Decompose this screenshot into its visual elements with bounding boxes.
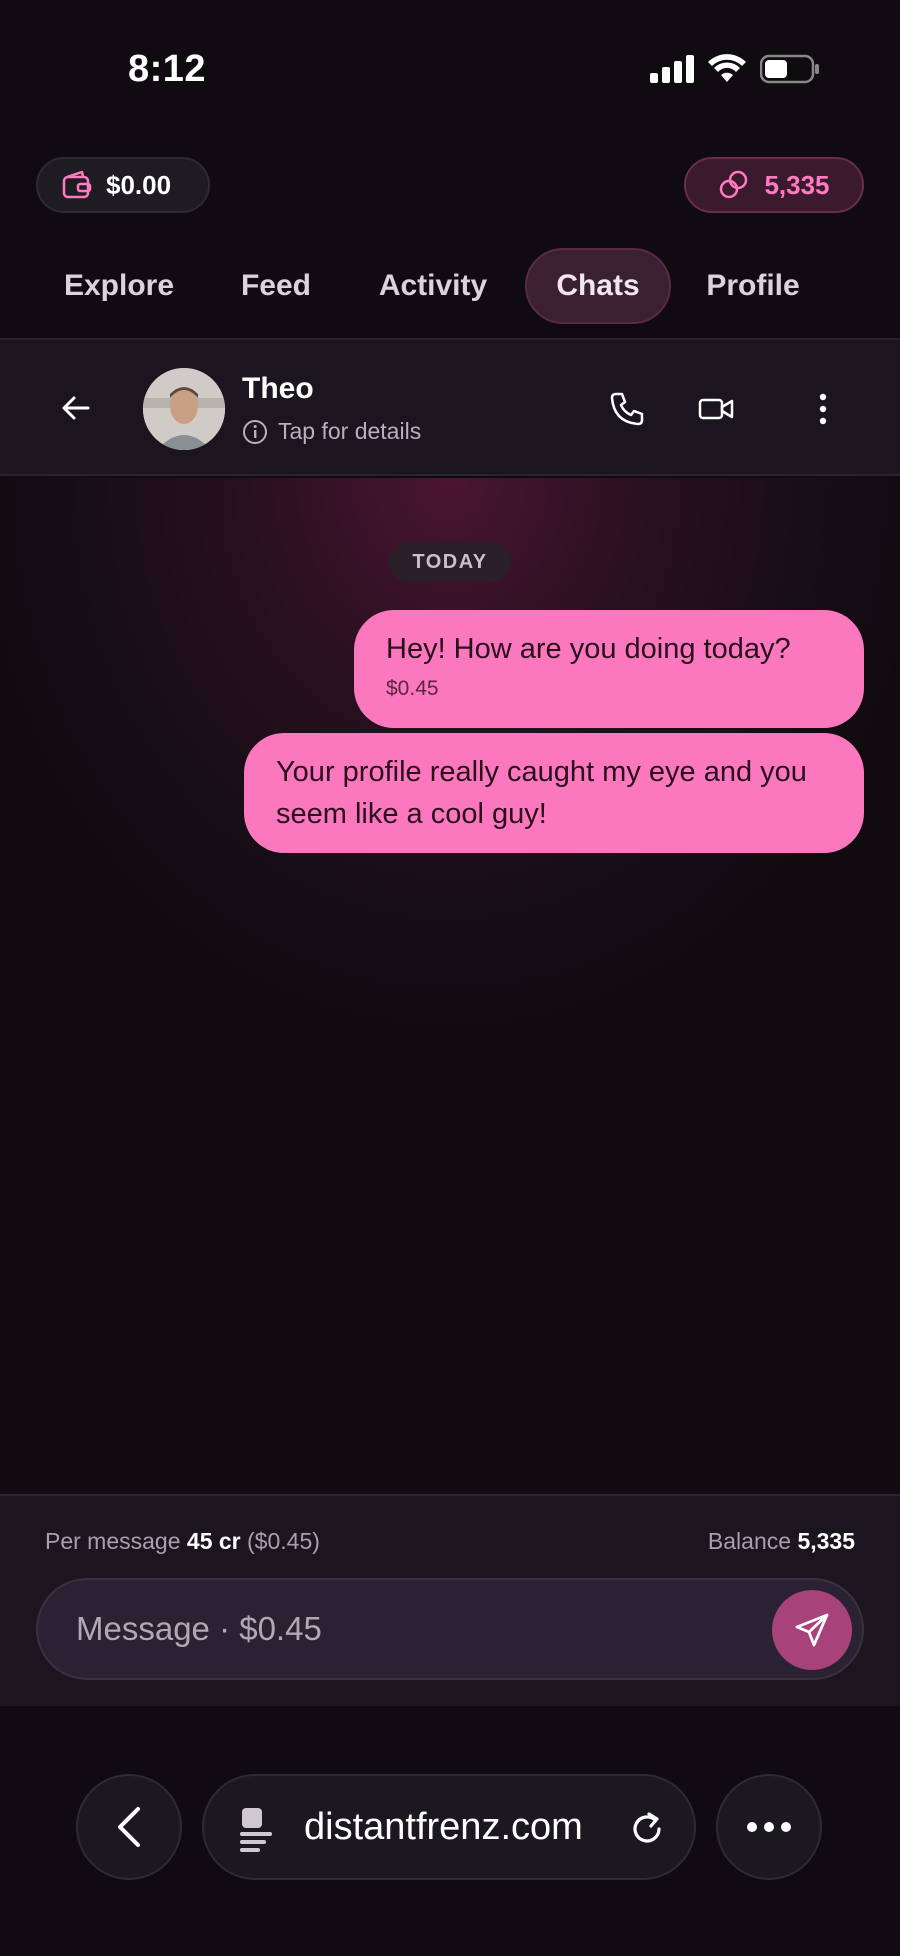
status-time: 8:12 (128, 48, 207, 90)
credits-amount: 5,335 (764, 169, 830, 200)
ellipsis-icon (747, 1822, 791, 1832)
avatar-photo (143, 368, 225, 450)
status-bar: 8:12 (0, 0, 900, 140)
message-text: Hey! How are you doing today? (386, 633, 791, 665)
reload-icon[interactable] (628, 1810, 666, 1848)
contact-name[interactable]: Theo (242, 372, 314, 406)
message-bubble[interactable]: Your profile really caught my eye and yo… (244, 733, 864, 853)
message-input[interactable] (36, 1578, 864, 1680)
per-message-credits: 45 cr (186, 1528, 241, 1554)
per-message-label: Per message (45, 1528, 181, 1554)
wifi-icon (708, 54, 746, 82)
url-text: distantfrenz.com (304, 1806, 583, 1848)
browser-menu-button[interactable] (716, 1774, 822, 1880)
contact-subtitle: Tap for details (278, 418, 422, 444)
date-divider: TODAY (389, 542, 511, 582)
status-icons (650, 54, 820, 84)
chat-messages-area[interactable]: TODAY Hey! How are you doing today? $0.4… (0, 478, 900, 1494)
send-button[interactable] (772, 1590, 852, 1670)
chat-header: Theo Tap for details (0, 338, 900, 476)
main-tabs: Explore Feed Activity Chats Profile (0, 248, 900, 324)
site-settings-icon (240, 1808, 272, 1852)
credits-button[interactable]: 5,335 (684, 157, 864, 213)
per-message-usd: ($0.45) (247, 1528, 320, 1554)
per-message-cost: Per message 45 cr ($0.45) (45, 1528, 320, 1555)
wallet-icon (62, 171, 92, 199)
message-price: $0.45 (386, 677, 439, 700)
cellular-signal-icon (650, 55, 694, 83)
video-call-icon[interactable] (697, 390, 735, 428)
balance-value: 5,335 (797, 1528, 855, 1554)
tab-activity[interactable]: Activity (366, 248, 500, 324)
contact-details-link[interactable]: Tap for details (242, 418, 421, 445)
tab-profile[interactable]: Profile (694, 248, 812, 324)
phone-icon[interactable] (608, 390, 646, 428)
browser-toolbar: distantfrenz.com (0, 1706, 900, 1956)
coins-icon (720, 170, 748, 199)
message-composer: Per message 45 cr ($0.45) Balance 5,335 (0, 1494, 900, 1706)
send-icon (795, 1613, 829, 1647)
info-icon (243, 419, 267, 444)
balance-label: Balance (707, 1528, 792, 1554)
chevron-left-icon (118, 1807, 140, 1847)
tab-feed[interactable]: Feed (226, 248, 326, 324)
message-text: Your profile really caught my eye and yo… (276, 756, 807, 830)
address-bar[interactable]: distantfrenz.com (202, 1774, 696, 1880)
battery-icon (760, 54, 819, 84)
avatar[interactable] (143, 368, 225, 450)
wallet-balance-text: $0.00 (106, 169, 172, 200)
tab-explore[interactable]: Explore (52, 248, 186, 324)
message-bubble[interactable]: Hey! How are you doing today? $0.45 (354, 610, 864, 728)
tab-chats[interactable]: Chats (525, 248, 671, 324)
wallet-balance-button[interactable]: $0.00 (36, 157, 210, 213)
more-options-icon[interactable] (805, 390, 841, 428)
back-arrow-icon[interactable] (58, 390, 94, 426)
browser-back-button[interactable] (76, 1774, 182, 1880)
balance-display: Balance 5,335 (708, 1528, 855, 1555)
